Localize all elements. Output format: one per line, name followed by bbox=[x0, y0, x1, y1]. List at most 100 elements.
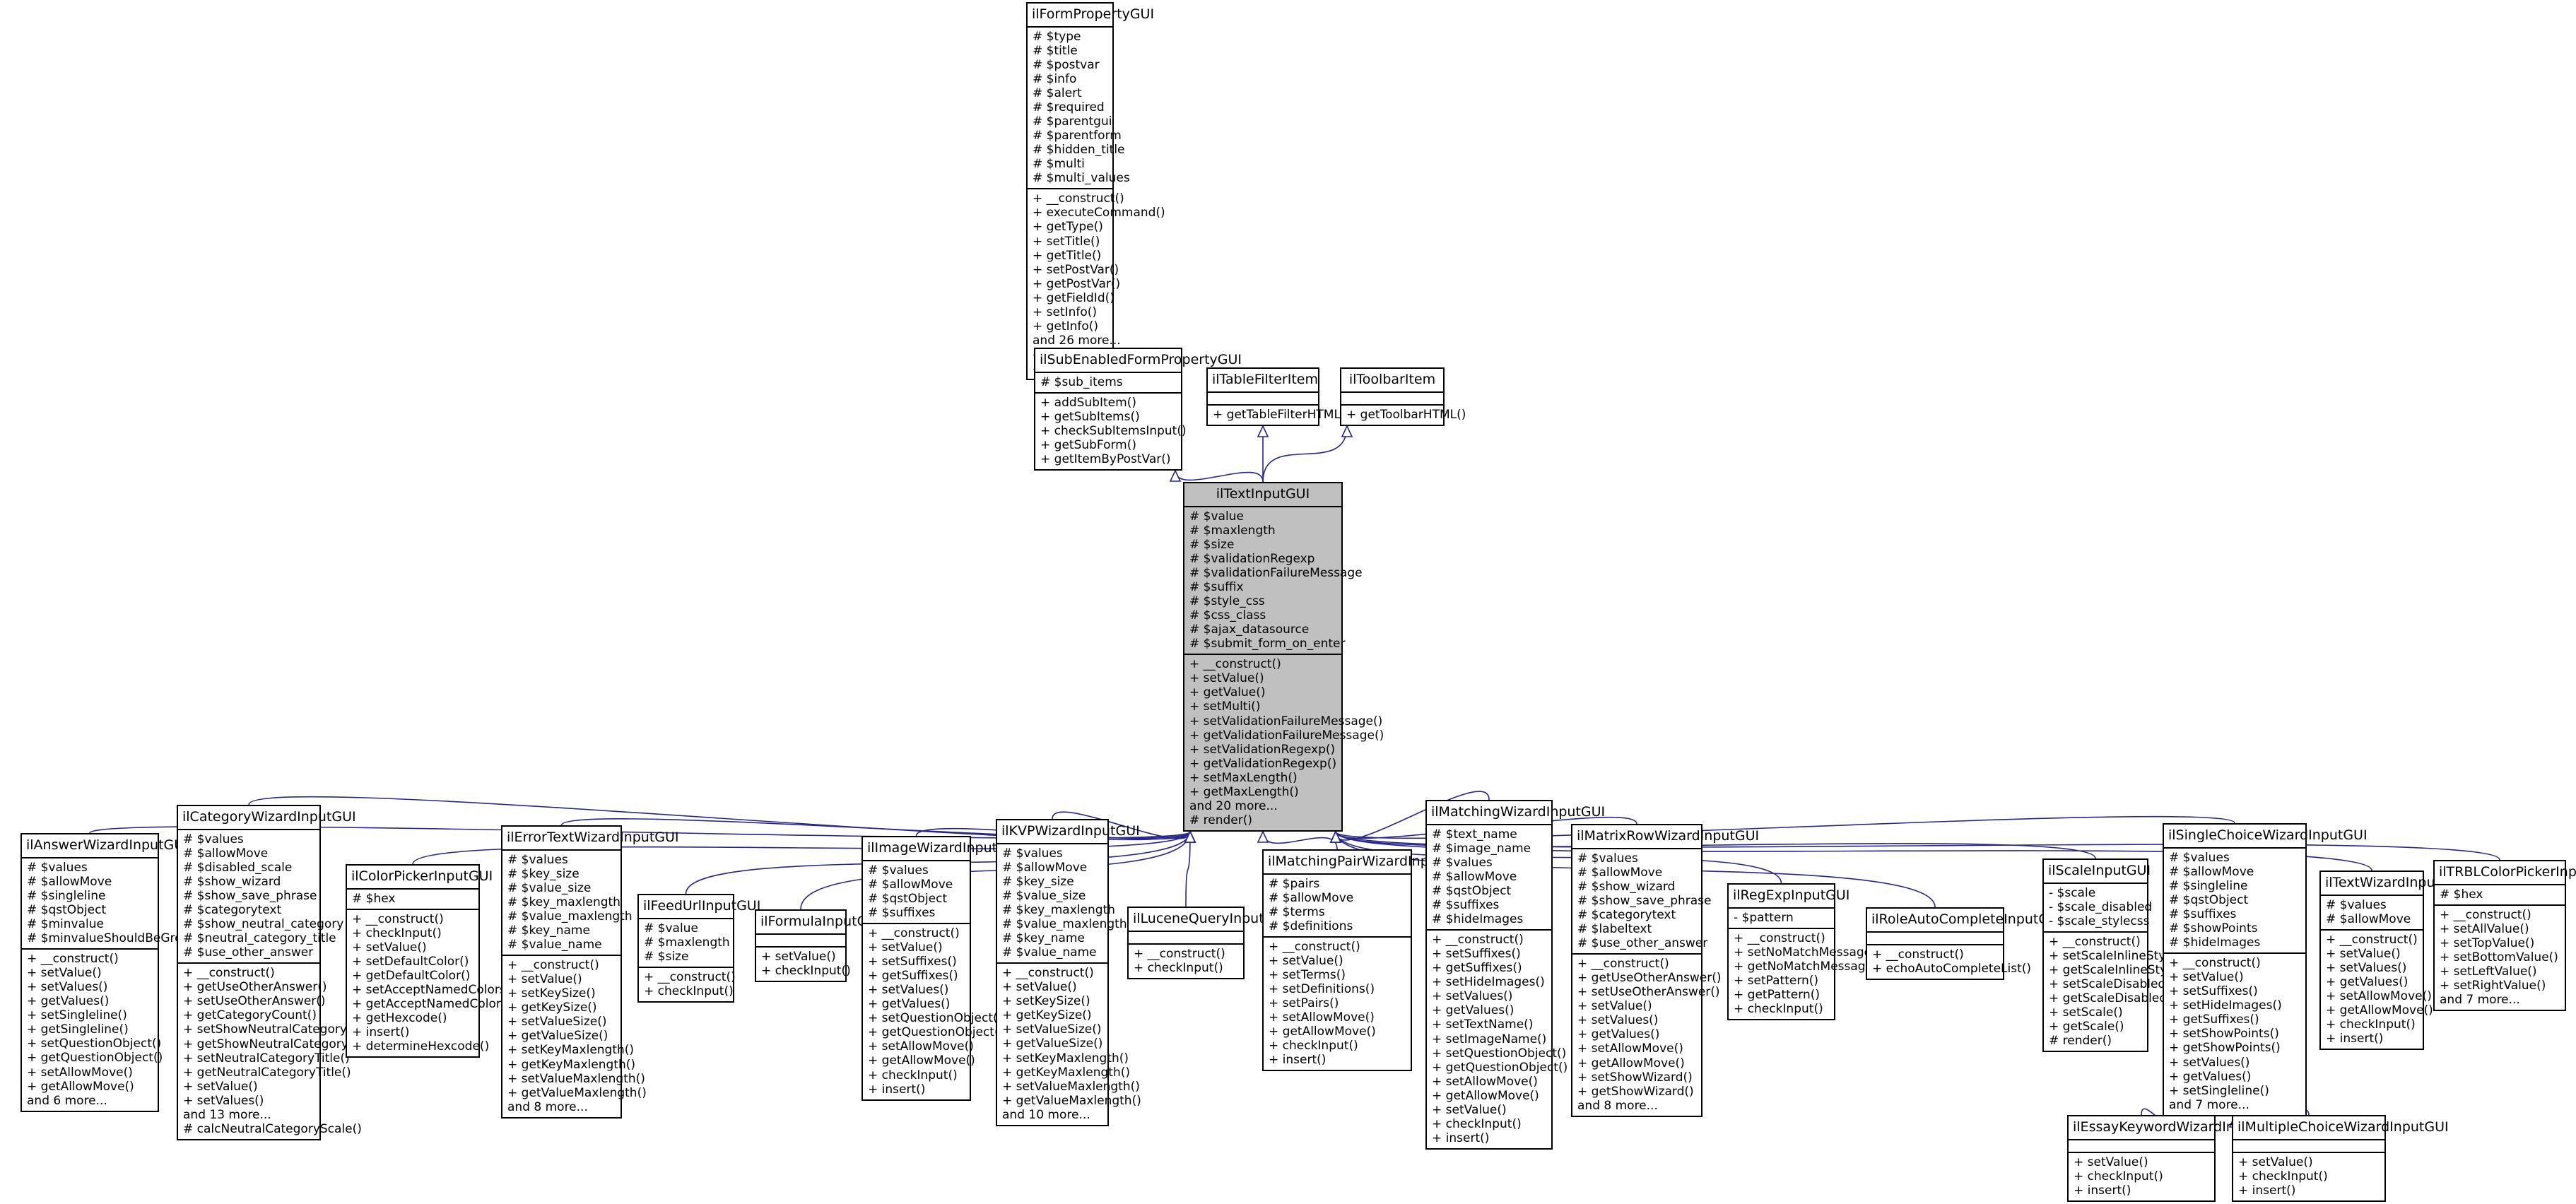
class-method: + setValidationRegexp() bbox=[1189, 742, 1336, 757]
class-method: + setInfo() bbox=[1033, 305, 1098, 319]
class-attribute: # $type bbox=[1033, 29, 1081, 44]
class-attribute: # $values bbox=[2169, 850, 2230, 865]
class-method: + getNeutralCategoryTitle() bbox=[183, 1065, 351, 1080]
uml-class-ilLuceneQueryInputGUI[interactable]: ilLuceneQueryInputGUI + __construct() + ch… bbox=[1127, 907, 1288, 979]
uml-class-ilColorPickerInputGUI[interactable]: ilColorPickerInputGUI # $hex + __construct… bbox=[346, 864, 517, 1058]
class-attribute: # $show_save_phrase bbox=[183, 889, 317, 904]
class-method: + insert() bbox=[1269, 1053, 1327, 1068]
class-attribute: # $key_size bbox=[507, 866, 580, 881]
uml-class-ilTextWizardInputGUI[interactable]: ilTextWizardInputGUI # $values # $allowMov… bbox=[2319, 870, 2464, 1051]
uml-class-ilTRBLColorPickerInputGUI[interactable]: ilTRBLColorPickerInputGUI # $hex + __const… bbox=[2433, 860, 2576, 1012]
class-method: + setDefaultColor() bbox=[352, 955, 469, 969]
class-method: # render() bbox=[1189, 813, 1253, 827]
class-method: + setTopValue() bbox=[2440, 936, 2535, 950]
class-attribute: # $required bbox=[1033, 100, 1105, 115]
class-method: + __construct() bbox=[644, 969, 736, 984]
class-method: and 26 more... bbox=[1033, 333, 1121, 348]
class-attributes-section: # $sub_items bbox=[1035, 373, 1181, 394]
class-method: + setPostVar() bbox=[1033, 262, 1119, 277]
class-method: + echoAutoCompleteList() bbox=[1872, 961, 2032, 976]
class-title: ilLuceneQueryInputGUI bbox=[1129, 908, 1288, 932]
class-attributes-section: # $values # $allowMove # $qstObject # $suff… bbox=[863, 861, 970, 925]
class-methods-section: + __construct() + setValue() + setValues()… bbox=[2321, 931, 2433, 1049]
class-method: + setNoMatchMessage() bbox=[1734, 945, 1881, 960]
class-title: ilMatrixRowWizardInputGUI bbox=[1572, 825, 1759, 849]
class-method: + getValueSize() bbox=[1002, 1037, 1103, 1051]
class-attribute: # $pairs bbox=[1269, 876, 1320, 891]
class-method: + __construct() bbox=[183, 966, 275, 981]
class-attribute: # $hex bbox=[2440, 887, 2483, 902]
class-attribute: # $values bbox=[1002, 846, 1063, 861]
class-attribute: # $allowMove bbox=[1002, 860, 1088, 875]
uml-class-ilFeedUrlInputGUI[interactable]: ilFeedUrlInputGUI # $value # $maxlength # $… bbox=[637, 894, 760, 1003]
class-methods-section: + setValue() + checkInput() + insert() bbox=[2233, 1153, 2384, 1200]
class-method: + setSingleline() bbox=[2169, 1083, 2269, 1098]
class-method: + __construct() bbox=[507, 958, 599, 973]
uml-class-ilAnswerWizardInputGUI[interactable]: ilAnswerWizardInputGUI # $values # $allowM… bbox=[20, 833, 206, 1112]
class-method: + setValues() bbox=[1432, 989, 1513, 1004]
class-method: + setHideImages() bbox=[1432, 975, 1545, 990]
uml-class-ilRoleAutoCompleteInputGUI[interactable]: ilRoleAutoCompleteInputGUI + __construct(… bbox=[1866, 907, 2063, 980]
uml-class-ilMatchingWizardInputGUI[interactable]: ilMatchingWizardInputGUI # $text_name # $i… bbox=[1425, 800, 1605, 1150]
class-method: + setValue() bbox=[868, 940, 943, 955]
uml-class-ilImageWizardInputGUI[interactable]: ilImageWizardInputGUI # $values # $allowMo… bbox=[861, 836, 1021, 1101]
class-method: + checkInput() bbox=[1269, 1039, 1358, 1054]
class-attribute: # $disabled_scale bbox=[183, 860, 293, 875]
uml-class-ilToolbarItem[interactable]: ilToolbarItem + getToolbarHTML() bbox=[1340, 367, 1466, 426]
uml-class-ilMultipleChoiceWizardInputGUI[interactable]: ilMultipleChoiceWizardInputGUI + setValue… bbox=[2232, 1115, 2449, 1202]
class-attribute: # $style_css bbox=[1189, 594, 1265, 609]
class-method: + setKeyMaxlength() bbox=[1002, 1051, 1129, 1066]
class-title: ilErrorTextWizardInputGUI bbox=[502, 827, 679, 851]
class-method: + getPattern() bbox=[1734, 988, 1820, 1003]
uml-class-ilKVPWizardInputGUI[interactable]: ilKVPWizardInputGUI # $values # $allowMove… bbox=[996, 819, 1141, 1126]
class-method: + __construct() bbox=[1033, 191, 1124, 206]
class-method: + setValue() bbox=[1002, 980, 1077, 995]
class-attribute: # $postvar bbox=[1033, 57, 1100, 72]
class-methods-section: + __construct() + setValue() + setSuffixes… bbox=[2164, 954, 2305, 1115]
class-attribute: # $qstObject bbox=[27, 902, 107, 917]
uml-class-ilMatchingPairWizardInputGUI[interactable]: ilMatchingPairWizardInputGUI # $pairs # $a… bbox=[1262, 849, 1466, 1072]
class-attribute: # $suffixes bbox=[2169, 907, 2237, 922]
class-attribute: # $values bbox=[2326, 897, 2387, 912]
class-method: + getShowWizard() bbox=[1577, 1084, 1694, 1099]
uml-class-ilEssayKeywordWizardInputGUI[interactable]: ilEssayKeywordWizardInputGUI + setValue()… bbox=[2067, 1115, 2281, 1202]
class-attribute: - $pattern bbox=[1734, 910, 1794, 925]
uml-class-ilTableFilterItem[interactable]: ilTableFilterItem + getTableFilterHTML() bbox=[1206, 367, 1350, 426]
class-method: + getValidationRegexp() bbox=[1189, 756, 1337, 771]
class-methods-section: + __construct() + checkInput() bbox=[1129, 945, 1243, 978]
class-method: + setAllValue() bbox=[2440, 921, 2529, 936]
class-methods-section: + addSubItem() + getSubItems() + checkSubI… bbox=[1035, 394, 1187, 469]
class-attribute: # $hidden_title bbox=[1033, 143, 1125, 158]
class-method: + getSingleline() bbox=[27, 1022, 129, 1037]
class-method: + __construct() bbox=[2169, 956, 2261, 971]
uml-class-ilErrorTextWizardInputGUI[interactable]: ilErrorTextWizardInputGUI # $values # $key… bbox=[501, 825, 679, 1119]
uml-class-ilFormulaInputGUI[interactable]: ilFormulaInputGUI + setValue() + checkInpu… bbox=[755, 909, 881, 982]
inheritance-arrowhead bbox=[1329, 830, 1342, 843]
class-method: + setHideImages() bbox=[2169, 998, 2282, 1013]
class-method: + setPairs() bbox=[1269, 996, 1339, 1011]
class-attributes-section: # $values # $key_size # $value_size # $key_… bbox=[502, 851, 633, 957]
class-method: + getValues() bbox=[868, 997, 951, 1012]
class-method: + setValues() bbox=[27, 980, 108, 995]
inheritance-arrowhead bbox=[1257, 425, 1269, 437]
class-attribute: # $value_name bbox=[507, 938, 602, 952]
class-attribute: # $allowMove bbox=[2169, 864, 2254, 879]
class-method: + determineHexcode() bbox=[352, 1039, 490, 1054]
class-attributes-section bbox=[1341, 393, 1443, 406]
uml-class-ilSubEnabledFormPropertyGUI[interactable]: ilSubEnabledFormPropertyGUI # $sub_items +… bbox=[1034, 348, 1242, 471]
class-attribute: # $validationRegexp bbox=[1189, 551, 1315, 566]
uml-class-ilRegExpInputGUI[interactable]: ilRegExpInputGUI - $pattern + __construct(… bbox=[1727, 883, 1882, 1021]
class-attributes-section: # $values # $allowMove # $singleline # $qst… bbox=[2164, 849, 2305, 955]
uml-class-ilMatrixRowWizardInputGUI[interactable]: ilMatrixRowWizardInputGUI # $values # $all… bbox=[1571, 824, 1759, 1117]
uml-class-ilSingleChoiceWizardInputGUI[interactable]: ilSingleChoiceWizardInputGUI # $values # $… bbox=[2163, 823, 2368, 1116]
class-attribute: # $title bbox=[1033, 43, 1078, 58]
class-method: + setKeySize() bbox=[1002, 994, 1090, 1009]
uml-class-ilFormPropertyGUI[interactable]: ilFormPropertyGUI # $type # $title # $postv… bbox=[1026, 2, 1170, 380]
uml-class-ilScaleInputGUI[interactable]: ilScaleInputGUI - $scale - $scale_disabled… bbox=[2042, 858, 2187, 1053]
class-method: + setScaleDisabled() bbox=[2049, 977, 2175, 992]
uml-class-ilCategoryWizardInputGUI[interactable]: ilCategoryWizardInputGUI # $values # $allo… bbox=[177, 805, 362, 1140]
class-attribute: # $maxlength bbox=[644, 935, 730, 950]
uml-class-ilTextInputGUI[interactable]: ilTextInputGUI # $value # $maxlength # $siz… bbox=[1183, 482, 1384, 832]
class-attribute: # $categorytext bbox=[1577, 908, 1676, 923]
class-method: + getValidationFailureMessage() bbox=[1189, 728, 1384, 743]
